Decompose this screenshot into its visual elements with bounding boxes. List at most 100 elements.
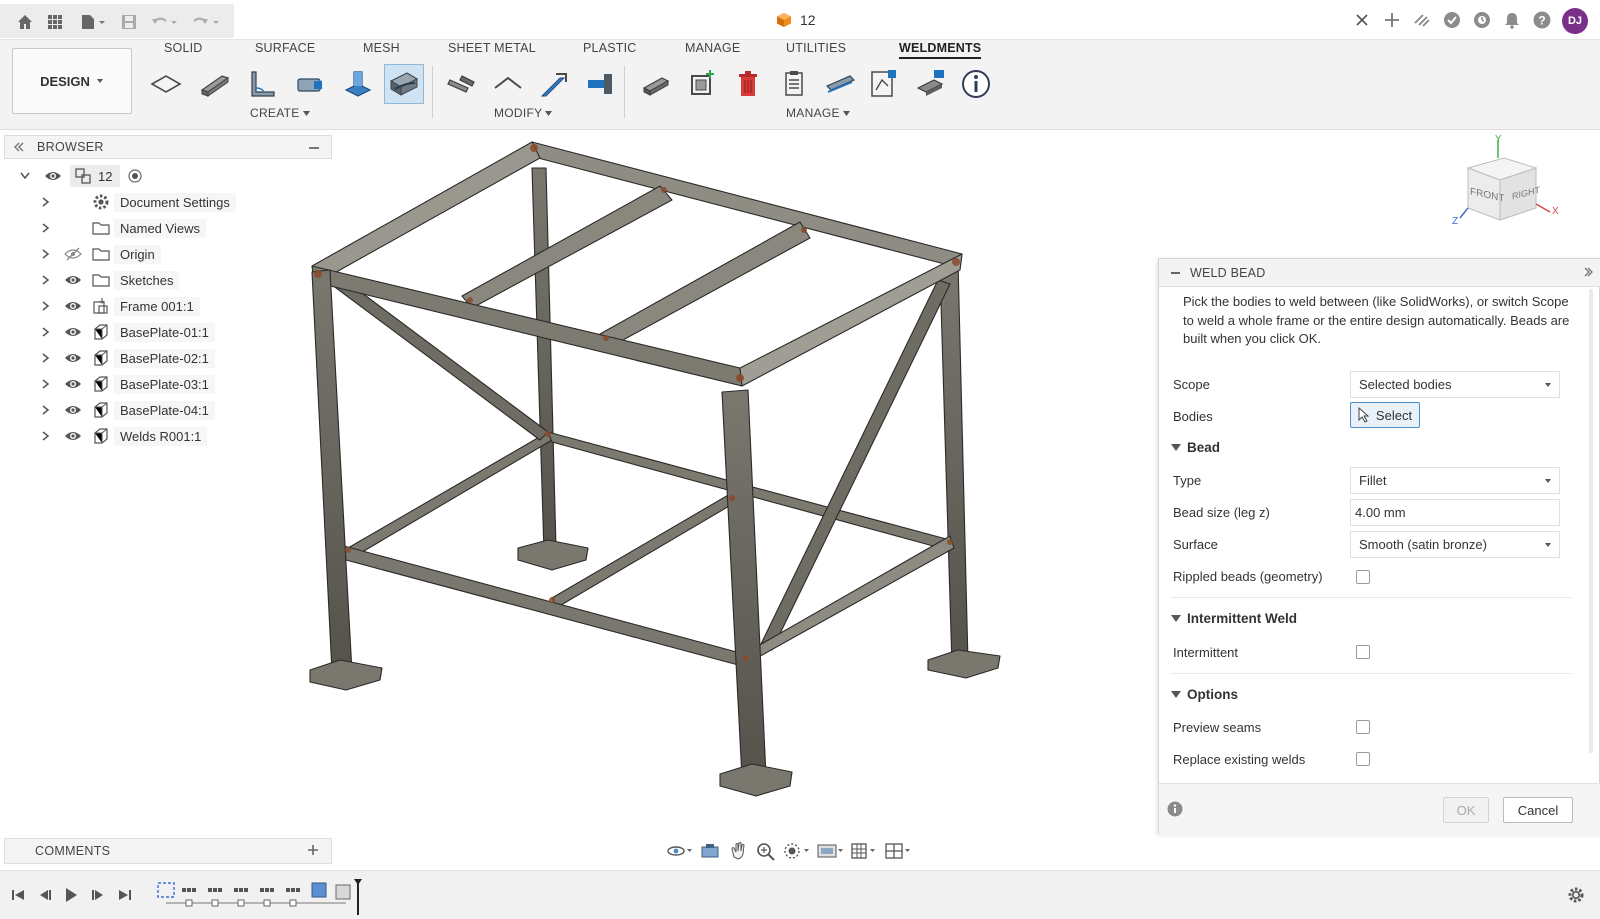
type-dropdown[interactable]: Fillet [1350,467,1560,494]
pan-icon[interactable] [726,841,750,861]
browser-tree-item[interactable]: Sketches [42,268,180,292]
online-icon[interactable] [1472,10,1492,30]
tab-mesh[interactable]: MESH [363,41,400,55]
chevron-right-icon[interactable] [42,431,50,441]
help-icon[interactable]: ? [1532,10,1552,30]
chevron-right-icon[interactable] [42,353,50,363]
step-forward-icon[interactable] [88,885,108,905]
dialog-scrollbar[interactable] [1589,289,1593,753]
browser-tree-item[interactable]: Welds R001:1 [42,424,208,448]
create-group-menu[interactable]: CREATE [250,106,310,120]
gusset-icon[interactable] [340,66,376,102]
chevron-right-icon[interactable] [42,405,50,415]
tab-plastic[interactable]: PLASTIC [583,41,637,55]
delete-icon[interactable] [730,66,766,102]
job-status-icon[interactable] [1442,10,1462,30]
browser-tree-item[interactable]: BasePlate-01:1 [42,320,215,344]
visibility-eye-icon[interactable] [64,378,82,390]
expand-dialog-icon[interactable] [1583,267,1593,277]
activate-radio-icon[interactable] [128,169,143,183]
tab-manage[interactable]: MANAGE [685,41,740,55]
tube-member-icon[interactable] [292,66,328,102]
weld-bead-icon[interactable] [384,64,424,104]
fit-icon[interactable] [782,841,812,861]
tab-surface[interactable]: SURFACE [255,41,315,55]
angle-member-icon[interactable] [244,66,280,102]
bead-section-toggle[interactable]: Bead [1171,440,1220,455]
browser-tree-item[interactable]: BasePlate-03:1 [42,372,215,396]
view-cube[interactable]: FRONT RIGHT Y X Z [1452,134,1572,238]
tree-root[interactable]: 12 [20,164,143,188]
browser-tree-item[interactable]: Document Settings [42,190,236,214]
home-icon[interactable] [16,13,34,31]
tab-sheet-metal[interactable]: SHEET METAL [448,41,536,55]
new-tab-icon[interactable] [1382,10,1402,30]
close-tab-icon[interactable] [1352,10,1372,30]
frame-model-viewport[interactable] [300,136,1020,816]
redo-icon[interactable] [192,13,222,31]
timeline-settings-gear-icon[interactable] [1566,885,1586,905]
viewports-icon[interactable] [884,841,914,861]
structural-member-icon[interactable] [196,66,232,102]
preview-seams-checkbox[interactable] [1356,720,1370,734]
info-icon[interactable] [1167,801,1183,817]
orbit-icon[interactable] [666,841,694,861]
workspace-switcher[interactable]: DESIGN [12,48,132,114]
grid-icon[interactable] [46,13,64,31]
bead-size-input[interactable]: 4.00 mm [1350,499,1560,526]
visibility-eye-icon[interactable] [44,170,62,182]
grid-settings-icon[interactable] [850,841,880,861]
go-to-start-icon[interactable] [8,885,28,905]
miter-icon[interactable] [490,66,526,102]
browser-tree-item[interactable]: BasePlate-04:1 [42,398,215,422]
file-icon[interactable] [80,13,108,31]
browser-tree-item[interactable]: Origin [42,242,161,266]
save-icon[interactable] [120,13,138,31]
visibility-hidden-icon[interactable] [64,247,82,261]
tab-solid[interactable]: SOLID [164,41,203,55]
undo-icon[interactable] [150,13,180,31]
notifications-icon[interactable] [1502,10,1522,30]
extensions-icon[interactable] [1412,10,1432,30]
info-icon[interactable] [958,66,994,102]
intermittent-checkbox[interactable] [1356,645,1370,659]
end-cap-icon[interactable] [582,66,618,102]
collapse-dialog-icon[interactable] [1171,271,1180,274]
browser-tree-item[interactable]: BasePlate-02:1 [42,346,215,370]
chevron-right-icon[interactable] [42,379,50,389]
chevron-right-icon[interactable] [42,223,50,233]
sketch-profile-icon[interactable] [866,66,902,102]
visibility-eye-icon[interactable] [64,300,82,312]
modify-group-menu[interactable]: MODIFY [494,106,553,120]
measure-member-icon[interactable] [822,66,858,102]
timeline-features[interactable] [156,879,368,915]
scope-dropdown[interactable]: Selected bodies [1350,371,1560,398]
manage-group-menu[interactable]: MANAGE [786,106,850,120]
rippled-beads-checkbox[interactable] [1356,570,1370,584]
visibility-eye-icon[interactable] [64,430,82,442]
cope-icon[interactable] [536,66,572,102]
collapse-panel-icon[interactable] [13,142,25,152]
add-comment-icon[interactable] [307,844,319,856]
zoom-icon[interactable] [754,841,778,861]
visibility-eye-icon[interactable] [64,274,82,286]
look-at-icon[interactable] [698,841,722,861]
user-avatar[interactable]: DJ [1562,8,1588,34]
visibility-eye-icon[interactable] [64,404,82,416]
play-icon[interactable] [61,885,81,905]
go-to-end-icon[interactable] [115,885,135,905]
cut-list-icon[interactable] [776,66,812,102]
tab-utilities[interactable]: UTILITIES [786,41,846,55]
options-section-toggle[interactable]: Options [1171,687,1238,702]
intermittent-section-toggle[interactable]: Intermittent Weld [1171,611,1297,626]
chevron-right-icon[interactable] [42,327,50,337]
trim-extend-icon[interactable] [444,66,480,102]
frame-select-icon[interactable] [684,66,720,102]
chevron-right-icon[interactable] [42,301,50,311]
visibility-eye-icon[interactable] [64,326,82,338]
tab-weldments[interactable]: WELDMENTS [899,41,982,59]
display-settings-icon[interactable] [816,841,846,861]
export-members-icon[interactable] [912,66,948,102]
chevron-right-icon[interactable] [42,197,50,207]
sketch-plane-icon[interactable] [148,66,184,102]
